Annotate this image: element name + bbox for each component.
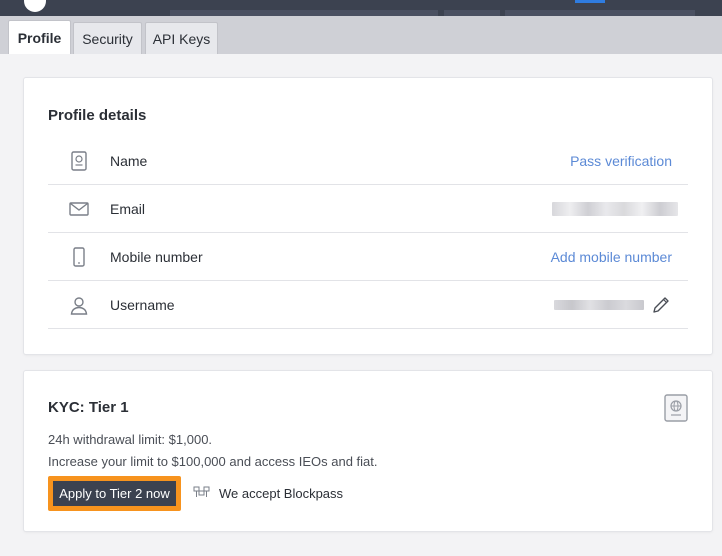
tab-security[interactable]: Security bbox=[73, 22, 142, 54]
tab-api-keys[interactable]: API Keys bbox=[145, 22, 218, 54]
blockpass-text: We accept Blockpass bbox=[219, 486, 344, 501]
email-value-blurred bbox=[552, 202, 678, 216]
blockpass-link[interactable]: We accept Blockpass bbox=[193, 485, 343, 502]
username-value-blurred bbox=[554, 300, 644, 310]
profile-details-title: Profile details bbox=[48, 107, 147, 124]
envelope-icon bbox=[68, 198, 90, 220]
profile-row-email: Email bbox=[48, 185, 688, 233]
pencil-icon[interactable] bbox=[650, 294, 672, 316]
profile-row-username: Username bbox=[48, 281, 688, 329]
app-logo[interactable] bbox=[24, 0, 46, 12]
blockpass-icon bbox=[193, 485, 219, 502]
pass-verification-link[interactable]: Pass verification bbox=[570, 153, 672, 169]
add-mobile-number-link[interactable]: Add mobile number bbox=[551, 249, 672, 265]
increase-limit-text: Increase your limit to $100,000 and acce… bbox=[48, 454, 378, 469]
apply-tier-2-label: Apply to Tier 2 now bbox=[53, 481, 176, 506]
tab-profile[interactable]: Profile bbox=[8, 20, 71, 54]
username-label: Username bbox=[110, 296, 175, 313]
top-navigation-bar bbox=[0, 0, 722, 16]
profile-row-name: Name Pass verification bbox=[48, 137, 688, 185]
user-icon bbox=[68, 294, 90, 316]
mobile-number-label: Mobile number bbox=[110, 248, 203, 265]
id-card-icon bbox=[68, 150, 90, 172]
passport-icon bbox=[664, 394, 688, 422]
mobile-phone-icon bbox=[68, 246, 90, 268]
apply-tier-2-button[interactable]: Apply to Tier 2 now bbox=[48, 476, 181, 511]
profile-row-mobile: Mobile number Add mobile number bbox=[48, 233, 688, 281]
name-label: Name bbox=[110, 152, 148, 169]
withdrawal-limit-text: 24h withdrawal limit: $1,000. bbox=[48, 432, 213, 447]
nav-accent bbox=[575, 0, 605, 3]
email-label: Email bbox=[110, 200, 146, 217]
kyc-title: KYC: Tier 1 bbox=[48, 399, 129, 416]
